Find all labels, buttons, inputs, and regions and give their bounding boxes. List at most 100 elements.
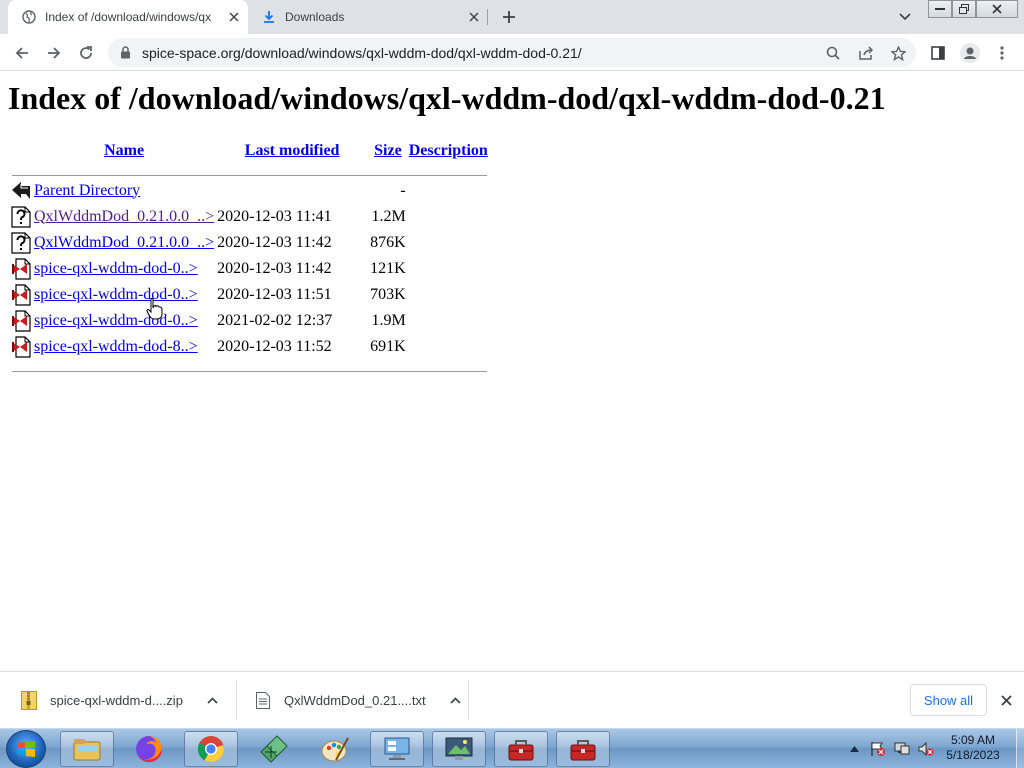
toolbox-icon xyxy=(508,740,534,761)
profile-avatar-icon[interactable] xyxy=(956,39,984,67)
table-cell-size: - xyxy=(400,181,406,199)
file-link[interactable]: QxlWddmDod_0.21.0.0_..> xyxy=(34,234,214,251)
compressed-file-icon xyxy=(11,282,31,307)
tab-title: Downloads xyxy=(285,10,345,24)
taskbar-display-app[interactable] xyxy=(432,731,486,767)
back-button[interactable] xyxy=(8,39,36,67)
menu-kebab-icon[interactable] xyxy=(988,39,1016,67)
file-link[interactable]: spice-qxl-wddm-dod-0..> xyxy=(34,260,198,277)
taskbar-chrome[interactable] xyxy=(184,731,238,767)
reload-button[interactable] xyxy=(72,39,100,67)
file-link[interactable]: QxlWddmDod_0.21.0.0_..> xyxy=(34,208,214,225)
table-row: QxlWddmDod_0.21.0.0_..> 2020-12-03 11:42… xyxy=(11,230,488,255)
sort-by-modified-link[interactable]: Last modified xyxy=(245,142,340,159)
modified-column-header: Last modified xyxy=(217,139,367,163)
sort-by-description-link[interactable]: Description xyxy=(409,142,488,159)
separator xyxy=(11,360,488,373)
remote-desktop-icon xyxy=(384,737,410,760)
address-bar[interactable]: spice-space.org/download/windows/qxl-wdd… xyxy=(108,38,916,67)
new-tab-icon[interactable] xyxy=(498,6,520,28)
globe-icon xyxy=(21,9,37,25)
table-cell-name: spice-qxl-wddm-dod-0..> xyxy=(34,308,214,333)
lock-icon[interactable] xyxy=(118,46,132,60)
sort-by-name-link[interactable]: Name xyxy=(104,142,144,159)
name-column-header: Name xyxy=(34,139,214,163)
clock[interactable]: 5:09 AM 5/18/2023 xyxy=(930,733,1016,763)
taskbar-firefox[interactable] xyxy=(122,731,176,767)
show-all-button[interactable]: Show all xyxy=(910,684,987,716)
show-desktop-button[interactable] xyxy=(1016,729,1024,768)
table-row: Parent Directory - xyxy=(11,178,488,203)
table-row: QxlWddmDod_0.21.0.0_..> 2020-12-03 11:41… xyxy=(11,204,488,229)
compressed-file-icon xyxy=(11,334,31,359)
download-item[interactable]: spice-qxl-wddm-d....zip xyxy=(20,672,221,728)
table-row: spice-qxl-wddm-dod-0..> 2020-12-03 11:42… xyxy=(11,256,488,281)
compressed-file-icon xyxy=(11,308,31,333)
close-tab-icon[interactable] xyxy=(464,7,484,27)
download-shelf: spice-qxl-wddm-d....zip QxlWddmDod_0.21.… xyxy=(0,671,1024,728)
restore-button[interactable] xyxy=(952,0,976,18)
download-item[interactable]: QxlWddmDod_0.21....txt xyxy=(254,672,464,728)
table-cell-modified: 2020-12-03 11:41 xyxy=(217,207,332,225)
table-cell-name: QxlWddmDod_0.21.0.0_..> xyxy=(34,230,214,255)
share-icon[interactable] xyxy=(857,44,875,62)
table-row: spice-qxl-wddm-dod-8..> 2020-12-03 11:52… xyxy=(11,334,488,359)
separator-row xyxy=(11,164,488,177)
hand-cursor-icon xyxy=(146,297,163,320)
table-cell-description xyxy=(409,282,488,307)
table-row: spice-qxl-wddm-dod-0..> 2020-12-03 11:51… xyxy=(11,282,488,307)
forward-button[interactable] xyxy=(40,39,68,67)
table-cell-size: 703K xyxy=(370,285,406,303)
network-tray-icon[interactable] xyxy=(893,740,911,758)
taskbar-remote-desktop[interactable] xyxy=(370,731,424,767)
show-hidden-icons-icon[interactable] xyxy=(845,740,863,758)
file-link[interactable]: spice-qxl-wddm-dod-0..> xyxy=(34,286,198,303)
listing-header-row: Name Last modified Size Description xyxy=(11,139,488,163)
zoom-search-icon[interactable] xyxy=(824,44,842,62)
side-panel-icon[interactable] xyxy=(924,39,952,67)
parent-directory-link[interactable]: Parent Directory xyxy=(34,182,140,199)
taskbar-toolbox-1[interactable] xyxy=(494,731,548,767)
toolbar: spice-space.org/download/windows/qxl-wdd… xyxy=(0,34,1024,71)
close-tab-icon[interactable] xyxy=(224,7,244,27)
network-icon xyxy=(260,735,288,763)
text-file-icon xyxy=(254,690,272,710)
taskbar-file-explorer[interactable] xyxy=(60,731,114,767)
table-cell-name: Parent Directory xyxy=(34,178,214,203)
action-center-icon[interactable] xyxy=(869,740,887,758)
tab-search-icon[interactable] xyxy=(896,8,914,26)
sort-by-size-link[interactable]: Size xyxy=(374,142,402,159)
download-divider xyxy=(236,680,237,720)
taskbar: 5:09 AM 5/18/2023 xyxy=(0,728,1024,768)
file-link[interactable]: spice-qxl-wddm-dod-0..> xyxy=(34,312,198,329)
close-icon[interactable] xyxy=(996,690,1016,710)
tab-divider xyxy=(487,9,488,25)
unknown-file-icon xyxy=(11,230,31,255)
table-cell-modified: 2020-12-03 11:51 xyxy=(217,285,332,303)
start-button[interactable] xyxy=(6,730,46,768)
system-tray xyxy=(842,729,938,768)
table-cell-description xyxy=(409,308,488,333)
tab-index[interactable]: Index of /download/windows/qx xyxy=(8,0,248,34)
chevron-up-icon[interactable] xyxy=(448,692,464,708)
clock-date: 5/18/2023 xyxy=(946,748,1000,762)
separator xyxy=(11,164,488,177)
table-cell-description xyxy=(409,256,488,281)
zip-file-icon xyxy=(20,690,38,710)
window-close-button[interactable] xyxy=(976,0,1018,18)
minimize-button[interactable] xyxy=(928,0,952,18)
taskbar-paint[interactable] xyxy=(308,731,362,767)
table-cell-size: 1.2M xyxy=(371,207,406,225)
windows-logo-icon xyxy=(17,741,35,757)
chevron-up-icon[interactable] xyxy=(205,692,221,708)
paint-icon xyxy=(321,737,349,762)
file-link[interactable]: spice-qxl-wddm-dod-8..> xyxy=(34,338,198,355)
table-cell-modified: 2020-12-03 11:42 xyxy=(217,259,332,277)
taskbar-network-app[interactable] xyxy=(246,731,300,767)
table-cell-description xyxy=(409,178,488,203)
bookmark-star-icon[interactable] xyxy=(889,44,907,62)
taskbar-toolbox-2[interactable] xyxy=(556,731,610,767)
toolbox-icon xyxy=(570,740,596,761)
table-cell-modified: 2020-12-03 11:42 xyxy=(217,233,332,251)
tab-downloads[interactable]: Downloads xyxy=(248,0,488,34)
